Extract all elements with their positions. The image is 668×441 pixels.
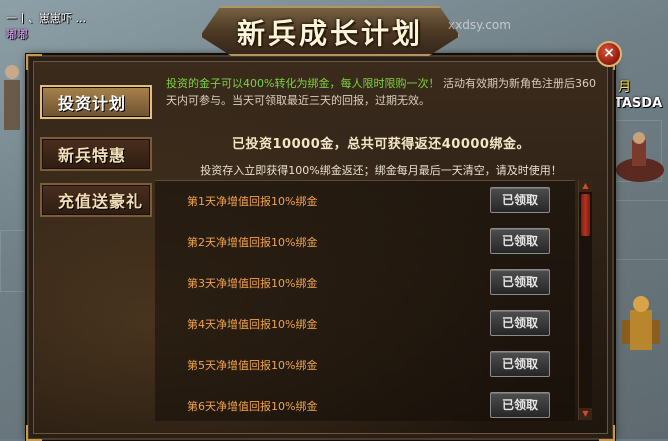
reward-label: 第4天净增值回报10%绑金 [187,318,318,331]
reward-list: 第1天净增值回报10%绑金 已领取 第2天净增值回报10%绑金 已领取 第3天净… [155,180,575,421]
npc-character [4,65,20,130]
window-title: 新兵成长计划 [236,17,423,50]
reward-label: 第5天净增值回报10%绑金 [187,359,318,372]
close-button[interactable]: × [596,41,622,67]
close-icon: × [603,45,615,61]
tab-recharge-gifts[interactable]: 充值送豪礼 [40,183,152,217]
claimed-button[interactable]: 已领取 [490,310,550,336]
list-scrollbar[interactable]: ▲ ▼ [578,180,592,420]
reward-row: 第3天净增值回报10%绑金 已领取 [155,263,575,303]
mounted-character [616,132,664,182]
reward-label: 第1天净增值回报10%绑金 [187,195,318,208]
armored-character [622,296,660,350]
scene-player-name-right: TASDA [614,96,663,111]
reward-row: 第4天净增值回报10%绑金 已领取 [155,304,575,344]
ground-tile [610,200,668,260]
claimed-button[interactable]: 已领取 [490,187,550,213]
tab-recruit-deals[interactable]: 新兵特惠 [40,137,152,171]
claimed-button[interactable]: 已领取 [490,269,550,295]
reward-row: 第6天净增值回报10%绑金 已领取 [155,386,575,426]
scene-chat-line: 一丨、崽崽吓 ... [6,12,86,25]
reward-label: 第6天净增值回报10%绑金 [187,400,318,413]
reward-label: 第3天净增值回报10%绑金 [187,277,318,290]
reward-row: 第5天净增值回报10%绑金 已领取 [155,345,575,385]
claimed-button[interactable]: 已领取 [490,392,550,418]
watermark: xxdsy.com [448,18,511,32]
tab-investment-plan[interactable]: 投资计划 [40,85,152,119]
claimed-button[interactable]: 已领取 [490,351,550,377]
investment-summary: 已投资10000金，总共可获得返还40000绑金。 [232,137,530,152]
corner-ornament [26,54,42,70]
investment-note: 投资存入立即获得100%绑金返还；绑金每月最后一天清空，请及时使用！ [200,164,562,177]
scene-label: 月 [618,80,632,95]
claimed-button[interactable]: 已领取 [490,228,550,254]
arrow-up-icon[interactable]: ▲ [579,180,592,192]
reward-row: 第2天净增值回报10%绑金 已领取 [155,222,575,262]
reward-label: 第2天净增值回报10%绑金 [187,236,318,249]
description-highlight: 投资的金子可以400%转化为绑金，每人限时限购一次！ [166,77,440,90]
description: 投资的金子可以400%转化为绑金，每人限时限购一次！ 活动有效期为新角色注册后3… [166,75,596,109]
arrow-down-icon[interactable]: ▼ [579,408,592,420]
scrollbar-thumb[interactable] [581,194,590,236]
scene-player-name: 嘟嘟 [6,28,28,41]
reward-row: 第1天净增值回报10%绑金 已领取 [155,181,575,221]
